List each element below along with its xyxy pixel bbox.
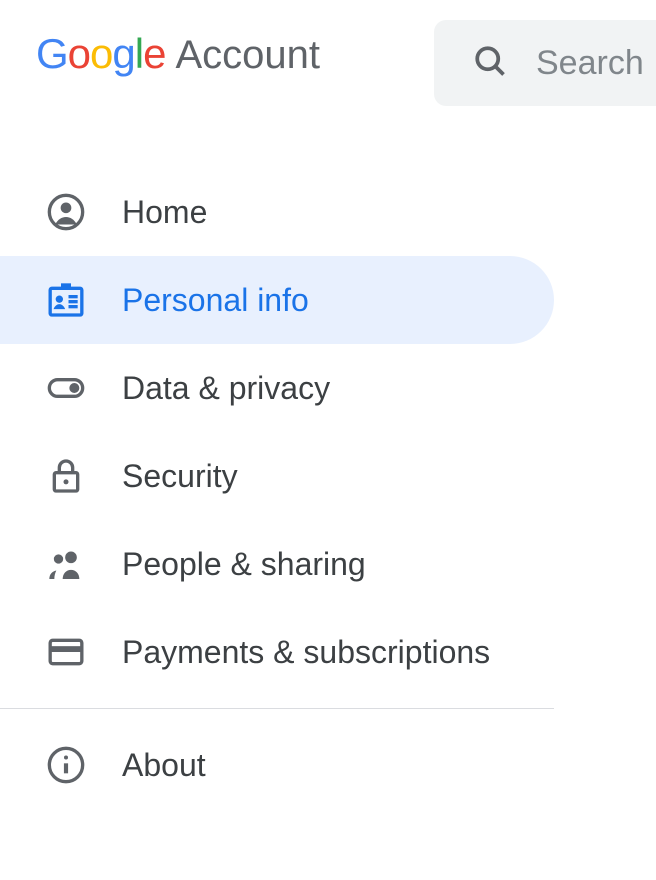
nav-label: Data & privacy xyxy=(122,370,330,407)
card-icon xyxy=(46,632,86,672)
nav-label: Security xyxy=(122,458,238,495)
sidebar-nav: Home Personal info Data & privacy xyxy=(0,168,554,809)
badge-icon xyxy=(46,280,86,320)
nav-label: People & sharing xyxy=(122,546,366,583)
info-icon xyxy=(46,745,86,785)
nav-item-security[interactable]: Security xyxy=(0,432,554,520)
nav-item-payments[interactable]: Payments & subscriptions xyxy=(0,608,554,696)
nav-label: About xyxy=(122,747,206,784)
nav-item-about[interactable]: About xyxy=(0,721,554,809)
people-icon xyxy=(46,544,86,584)
search-placeholder: Search xyxy=(536,44,644,83)
nav-label: Personal info xyxy=(122,282,309,319)
account-circle-icon xyxy=(46,192,86,232)
nav-item-people-sharing[interactable]: People & sharing xyxy=(0,520,554,608)
account-label: Account xyxy=(175,33,320,78)
nav-divider xyxy=(0,708,554,709)
toggle-icon xyxy=(46,368,86,408)
nav-item-personal-info[interactable]: Personal info xyxy=(0,256,554,344)
nav-item-data-privacy[interactable]: Data & privacy xyxy=(0,344,554,432)
search-icon xyxy=(472,43,508,84)
search-box[interactable]: Search xyxy=(434,20,656,106)
google-account-logo[interactable]: Google Account xyxy=(36,30,320,78)
lock-icon xyxy=(46,456,86,496)
nav-item-home[interactable]: Home xyxy=(0,168,554,256)
nav-label: Home xyxy=(122,194,207,231)
nav-label: Payments & subscriptions xyxy=(122,634,490,671)
google-logo: Google xyxy=(36,30,165,78)
